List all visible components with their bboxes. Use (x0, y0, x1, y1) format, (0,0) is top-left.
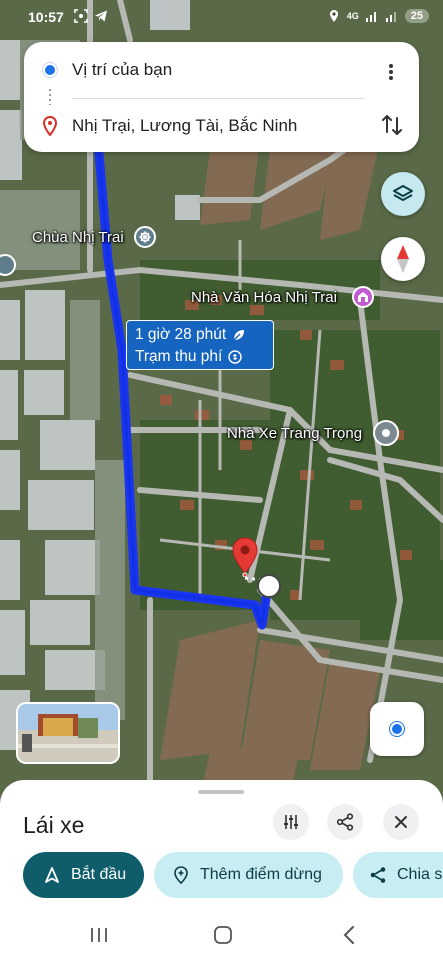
my-location-icon (390, 722, 404, 736)
destination-row[interactable]: Nhị Trại, Lương Tài, Bắc Ninh (24, 106, 419, 146)
route-card: Vị trí của bạn Nhị Trại, Lương Tài, Bắc … (24, 42, 419, 152)
start-label: Bắt đầu (71, 866, 127, 883)
route-duration: 1 giờ 28 phút (135, 326, 227, 343)
destination-pin-icon[interactable] (231, 537, 259, 577)
back-button[interactable] (336, 922, 362, 948)
route-end-marker (257, 574, 281, 598)
status-bar: 10:57 4G 25 (0, 0, 443, 36)
telegram-icon (95, 10, 107, 22)
sheet-drag-handle[interactable] (198, 790, 244, 794)
route-connector (49, 89, 51, 105)
system-navigation-bar (0, 908, 443, 960)
share-button[interactable]: Chia s (353, 852, 443, 898)
bus-station-icon[interactable] (373, 420, 399, 446)
swap-route-button[interactable] (379, 112, 405, 138)
route-duration-bubble[interactable]: 1 giờ 28 phút Trạm thu phí (126, 320, 274, 370)
my-location-button[interactable] (370, 702, 424, 756)
back-icon (343, 926, 354, 944)
culture-house-icon[interactable] (352, 286, 374, 308)
divider (72, 98, 365, 99)
add-stop-label: Thêm điểm dừng (200, 866, 322, 883)
close-button[interactable] (383, 804, 419, 840)
share-label: Chia s (397, 866, 443, 883)
toll-icon (228, 350, 242, 364)
destination-field[interactable]: Nhị Trại, Lương Tài, Bắc Ninh (72, 116, 297, 136)
toll-note: Trạm thu phí (135, 348, 223, 365)
share-icon (336, 813, 354, 831)
route-options-button[interactable] (273, 804, 309, 840)
layers-icon (393, 185, 413, 201)
layers-button[interactable] (381, 172, 425, 216)
start-navigation-button[interactable]: Bắt đầu (23, 852, 144, 898)
poi-label-pagoda[interactable]: Chùa Nhị Trai (32, 229, 124, 246)
origin-row[interactable]: Vị trí của bạn (24, 50, 419, 90)
battery-indicator: 25 (404, 9, 429, 23)
street-view-preview (18, 704, 118, 762)
poi-label-cultural-house[interactable]: Nhà Văn Hóa Nhị Trai (191, 289, 337, 306)
home-icon (214, 926, 232, 944)
recent-apps-button[interactable] (86, 922, 112, 948)
recent-apps-icon (91, 928, 107, 942)
pagoda-icon[interactable] (134, 226, 156, 248)
location-status-icon (329, 10, 338, 22)
home-button[interactable] (210, 922, 236, 948)
eco-leaf-icon (233, 330, 245, 341)
tune-icon (284, 815, 298, 829)
screenshot-icon (74, 9, 88, 23)
compass-button[interactable] (381, 237, 425, 281)
swap-vertical-icon (382, 115, 402, 135)
add-location-icon (174, 866, 188, 884)
network-type: 4G (346, 11, 359, 21)
close-icon (395, 816, 407, 828)
compass-icon (397, 245, 409, 273)
origin-dot-icon (43, 63, 57, 77)
add-stop-button[interactable]: Thêm điểm dừng (154, 852, 343, 898)
poi-label-bus-company[interactable]: Nhà Xe Trang Trọng (227, 425, 362, 442)
destination-pin-small-icon (42, 116, 58, 136)
origin-field[interactable]: Vị trí của bạn (72, 60, 172, 80)
share-route-button[interactable] (327, 804, 363, 840)
signal-icon (365, 12, 376, 22)
street-view-thumbnail[interactable] (16, 702, 120, 764)
signal-2-icon (385, 12, 396, 22)
more-options-button[interactable] (379, 60, 403, 84)
travel-mode-title: Lái xe (23, 812, 85, 838)
more-vert-icon (389, 64, 393, 80)
share-chip-icon (370, 867, 386, 883)
status-time: 10:57 (28, 9, 64, 25)
navigation-arrow-icon (45, 867, 59, 883)
